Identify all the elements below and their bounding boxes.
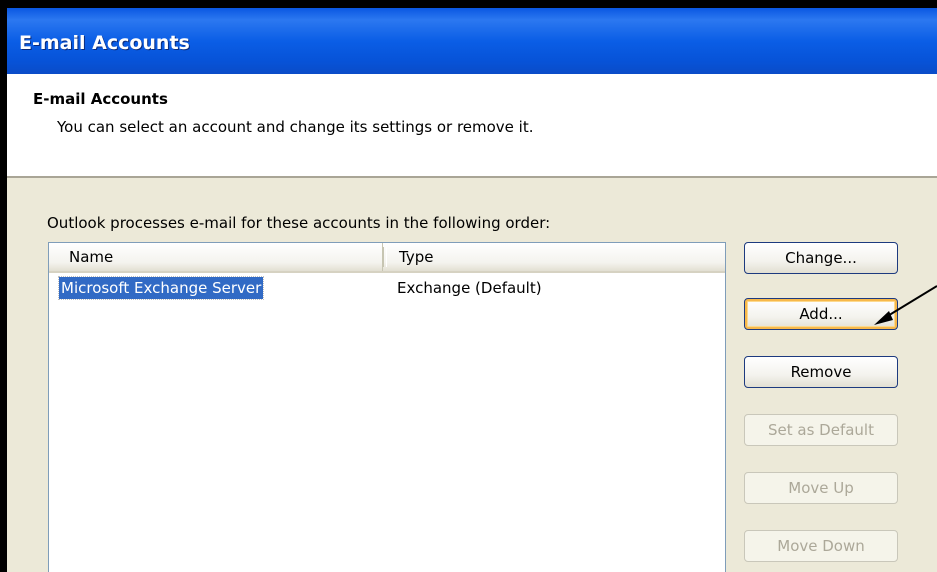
account-name-cell[interactable]: Microsoft Exchange Server: [57, 276, 265, 300]
column-header-type[interactable]: Type: [389, 243, 719, 271]
header-panel: E-mail Accounts You can select an accoun…: [7, 74, 937, 178]
column-header-name[interactable]: Name: [49, 243, 383, 271]
move-down-button[interactable]: Move Down: [744, 530, 898, 562]
list-header: Name Type: [49, 243, 725, 273]
set-as-default-button[interactable]: Set as Default: [744, 414, 898, 446]
move-up-button[interactable]: Move Up: [744, 472, 898, 504]
dialog-frame: E-mail Accounts E-mail Accounts You can …: [0, 0, 937, 572]
account-type-cell[interactable]: Exchange (Default): [397, 277, 542, 299]
account-list[interactable]: Name Type Microsoft Exchange Server Exch…: [48, 242, 726, 572]
remove-button[interactable]: Remove: [744, 356, 898, 388]
add-button[interactable]: Add...: [744, 298, 898, 330]
window-title: E-mail Accounts: [19, 32, 190, 54]
table-row[interactable]: Microsoft Exchange Server Exchange (Defa…: [49, 276, 725, 300]
account-order-label: Outlook processes e-mail for these accou…: [47, 214, 551, 232]
header-subtitle: You can select an account and change its…: [57, 118, 534, 136]
dialog-body: Outlook processes e-mail for these accou…: [7, 178, 937, 572]
header-title: E-mail Accounts: [33, 90, 168, 108]
title-bar[interactable]: E-mail Accounts: [7, 8, 937, 74]
change-button[interactable]: Change...: [744, 242, 898, 274]
column-divider[interactable]: [383, 247, 387, 267]
